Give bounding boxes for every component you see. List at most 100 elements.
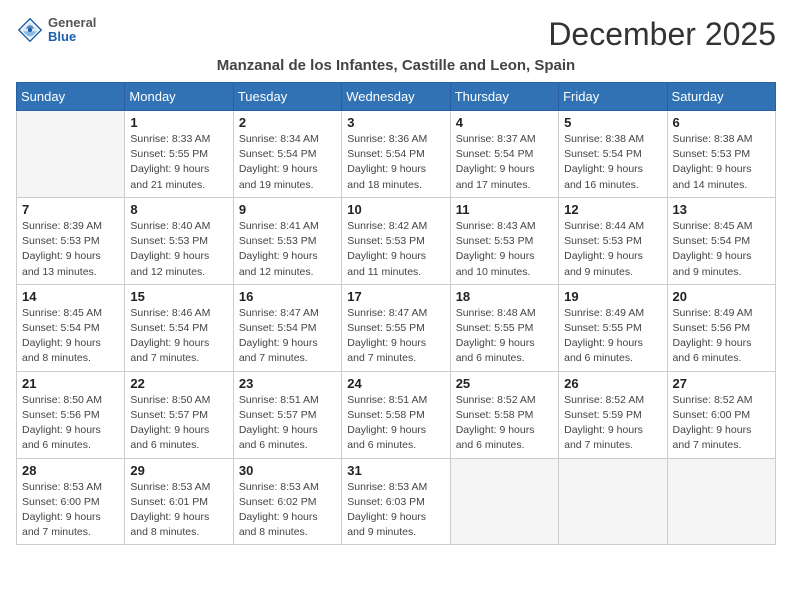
calendar-cell: 3Sunrise: 8:36 AMSunset: 5:54 PMDaylight… bbox=[342, 111, 450, 198]
calendar-cell: 26Sunrise: 8:52 AMSunset: 5:59 PMDayligh… bbox=[559, 371, 667, 458]
day-number: 1 bbox=[130, 115, 227, 130]
day-number: 6 bbox=[673, 115, 770, 130]
calendar-cell: 5Sunrise: 8:38 AMSunset: 5:54 PMDaylight… bbox=[559, 111, 667, 198]
day-info: Sunrise: 8:45 AMSunset: 5:54 PMDaylight:… bbox=[673, 219, 770, 280]
day-info: Sunrise: 8:50 AMSunset: 5:56 PMDaylight:… bbox=[22, 393, 119, 454]
day-number: 9 bbox=[239, 202, 336, 217]
calendar-cell: 21 Sunrise: 8:50 AMSunset: 5:56 PMDayligh… bbox=[17, 371, 125, 458]
day-info: Sunrise: 8:37 AMSunset: 5:54 PMDaylight:… bbox=[456, 132, 553, 193]
calendar-cell: 28 Sunrise: 8:53 AMSunset: 6:00 PMDayligh… bbox=[17, 458, 125, 545]
day-number: 29 bbox=[130, 463, 227, 478]
calendar-cell bbox=[17, 111, 125, 198]
day-info: Sunrise: 8:48 AMSunset: 5:55 PMDaylight:… bbox=[456, 306, 553, 367]
day-number: 3 bbox=[347, 115, 444, 130]
logo-general-text: General bbox=[48, 16, 96, 30]
calendar-week-row: 1 Sunrise: 8:33 AMSunset: 5:55 PMDaylight… bbox=[17, 111, 776, 198]
calendar-cell bbox=[450, 458, 558, 545]
day-number: 11 bbox=[456, 202, 553, 217]
calendar-cell: 30Sunrise: 8:53 AMSunset: 6:02 PMDayligh… bbox=[233, 458, 341, 545]
calendar-header-row: SundayMondayTuesdayWednesdayThursdayFrid… bbox=[17, 83, 776, 111]
calendar-cell: 25 Sunrise: 8:52 AMSunset: 5:58 PMDayligh… bbox=[450, 371, 558, 458]
day-info: Sunrise: 8:53 AMSunset: 6:03 PMDaylight:… bbox=[347, 480, 444, 541]
day-number: 14 bbox=[22, 289, 119, 304]
day-number: 8 bbox=[130, 202, 227, 217]
calendar-cell: 6 Sunrise: 8:38 AMSunset: 5:53 PMDaylight… bbox=[667, 111, 775, 198]
calendar-day-header: Thursday bbox=[450, 83, 558, 111]
day-number: 24 bbox=[347, 376, 444, 391]
calendar-cell: 17 Sunrise: 8:47 AMSunset: 5:55 PMDayligh… bbox=[342, 284, 450, 371]
calendar-day-header: Friday bbox=[559, 83, 667, 111]
day-info: Sunrise: 8:41 AMSunset: 5:53 PMDaylight:… bbox=[239, 219, 336, 280]
day-info: Sunrise: 8:52 AMSunset: 6:00 PMDaylight:… bbox=[673, 393, 770, 454]
day-info: Sunrise: 8:38 AMSunset: 5:53 PMDaylight:… bbox=[673, 132, 770, 193]
calendar-cell: 22Sunrise: 8:50 AMSunset: 5:57 PMDayligh… bbox=[125, 371, 233, 458]
day-info: Sunrise: 8:49 AMSunset: 5:56 PMDaylight:… bbox=[673, 306, 770, 367]
day-info: Sunrise: 8:49 AMSunset: 5:55 PMDaylight:… bbox=[564, 306, 661, 367]
day-info: Sunrise: 8:40 AMSunset: 5:53 PMDaylight:… bbox=[130, 219, 227, 280]
calendar-day-header: Saturday bbox=[667, 83, 775, 111]
calendar-cell: 10Sunrise: 8:42 AMSunset: 5:53 PMDayligh… bbox=[342, 197, 450, 284]
calendar-cell: 12 Sunrise: 8:44 AMSunset: 5:53 PMDayligh… bbox=[559, 197, 667, 284]
day-info: Sunrise: 8:47 AMSunset: 5:55 PMDaylight:… bbox=[347, 306, 444, 367]
day-number: 21 bbox=[22, 376, 119, 391]
day-info: Sunrise: 8:43 AMSunset: 5:53 PMDaylight:… bbox=[456, 219, 553, 280]
calendar-cell: 1 Sunrise: 8:33 AMSunset: 5:55 PMDaylight… bbox=[125, 111, 233, 198]
calendar-cell: 18 Sunrise: 8:48 AMSunset: 5:55 PMDayligh… bbox=[450, 284, 558, 371]
calendar-table: SundayMondayTuesdayWednesdayThursdayFrid… bbox=[16, 82, 776, 545]
calendar-day-header: Monday bbox=[125, 83, 233, 111]
day-number: 25 bbox=[456, 376, 553, 391]
day-number: 28 bbox=[22, 463, 119, 478]
calendar-cell: 15 Sunrise: 8:46 AMSunset: 5:54 PMDayligh… bbox=[125, 284, 233, 371]
day-info: Sunrise: 8:38 AMSunset: 5:54 PMDaylight:… bbox=[564, 132, 661, 193]
day-info: Sunrise: 8:34 AMSunset: 5:54 PMDaylight:… bbox=[239, 132, 336, 193]
calendar-cell: 31 Sunrise: 8:53 AMSunset: 6:03 PMDayligh… bbox=[342, 458, 450, 545]
calendar-week-row: 14Sunrise: 8:45 AMSunset: 5:54 PMDayligh… bbox=[17, 284, 776, 371]
calendar-cell: 8 Sunrise: 8:40 AMSunset: 5:53 PMDaylight… bbox=[125, 197, 233, 284]
calendar-cell: 23 Sunrise: 8:51 AMSunset: 5:57 PMDayligh… bbox=[233, 371, 341, 458]
day-number: 30 bbox=[239, 463, 336, 478]
calendar-cell bbox=[559, 458, 667, 545]
calendar-cell: 29Sunrise: 8:53 AMSunset: 6:01 PMDayligh… bbox=[125, 458, 233, 545]
day-number: 18 bbox=[456, 289, 553, 304]
day-info: Sunrise: 8:46 AMSunset: 5:54 PMDaylight:… bbox=[130, 306, 227, 367]
day-info: Sunrise: 8:53 AMSunset: 6:00 PMDaylight:… bbox=[22, 480, 119, 541]
calendar-body: 1 Sunrise: 8:33 AMSunset: 5:55 PMDaylight… bbox=[17, 111, 776, 545]
day-number: 15 bbox=[130, 289, 227, 304]
calendar-day-header: Sunday bbox=[17, 83, 125, 111]
logo-icon bbox=[16, 16, 44, 44]
day-number: 26 bbox=[564, 376, 661, 391]
calendar-cell: 14Sunrise: 8:45 AMSunset: 5:54 PMDayligh… bbox=[17, 284, 125, 371]
day-number: 2 bbox=[239, 115, 336, 130]
calendar-cell: 9 Sunrise: 8:41 AMSunset: 5:53 PMDaylight… bbox=[233, 197, 341, 284]
day-number: 12 bbox=[564, 202, 661, 217]
day-info: Sunrise: 8:39 AMSunset: 5:53 PMDaylight:… bbox=[22, 219, 119, 280]
day-info: Sunrise: 8:47 AMSunset: 5:54 PMDaylight:… bbox=[239, 306, 336, 367]
calendar-week-row: 21 Sunrise: 8:50 AMSunset: 5:56 PMDayligh… bbox=[17, 371, 776, 458]
calendar-cell: 4 Sunrise: 8:37 AMSunset: 5:54 PMDaylight… bbox=[450, 111, 558, 198]
calendar-week-row: 7 Sunrise: 8:39 AMSunset: 5:53 PMDaylight… bbox=[17, 197, 776, 284]
calendar-cell: 19Sunrise: 8:49 AMSunset: 5:55 PMDayligh… bbox=[559, 284, 667, 371]
day-number: 31 bbox=[347, 463, 444, 478]
logo-blue-text: Blue bbox=[48, 30, 96, 44]
day-info: Sunrise: 8:51 AMSunset: 5:57 PMDaylight:… bbox=[239, 393, 336, 454]
calendar-cell: 11 Sunrise: 8:43 AMSunset: 5:53 PMDayligh… bbox=[450, 197, 558, 284]
calendar-cell: 24 Sunrise: 8:51 AMSunset: 5:58 PMDayligh… bbox=[342, 371, 450, 458]
calendar-day-header: Wednesday bbox=[342, 83, 450, 111]
day-number: 23 bbox=[239, 376, 336, 391]
page-header: General Blue December 2025 bbox=[16, 16, 776, 53]
calendar-cell: 7 Sunrise: 8:39 AMSunset: 5:53 PMDaylight… bbox=[17, 197, 125, 284]
day-info: Sunrise: 8:52 AMSunset: 5:58 PMDaylight:… bbox=[456, 393, 553, 454]
day-info: Sunrise: 8:44 AMSunset: 5:53 PMDaylight:… bbox=[564, 219, 661, 280]
day-info: Sunrise: 8:42 AMSunset: 5:53 PMDaylight:… bbox=[347, 219, 444, 280]
calendar-cell: 2 Sunrise: 8:34 AMSunset: 5:54 PMDaylight… bbox=[233, 111, 341, 198]
day-number: 13 bbox=[673, 202, 770, 217]
day-number: 4 bbox=[456, 115, 553, 130]
day-number: 7 bbox=[22, 202, 119, 217]
day-info: Sunrise: 8:33 AMSunset: 5:55 PMDaylight:… bbox=[130, 132, 227, 193]
calendar-cell: 16Sunrise: 8:47 AMSunset: 5:54 PMDayligh… bbox=[233, 284, 341, 371]
calendar-cell: 27 Sunrise: 8:52 AMSunset: 6:00 PMDayligh… bbox=[667, 371, 775, 458]
day-info: Sunrise: 8:51 AMSunset: 5:58 PMDaylight:… bbox=[347, 393, 444, 454]
day-number: 17 bbox=[347, 289, 444, 304]
calendar-day-header: Tuesday bbox=[233, 83, 341, 111]
day-number: 27 bbox=[673, 376, 770, 391]
